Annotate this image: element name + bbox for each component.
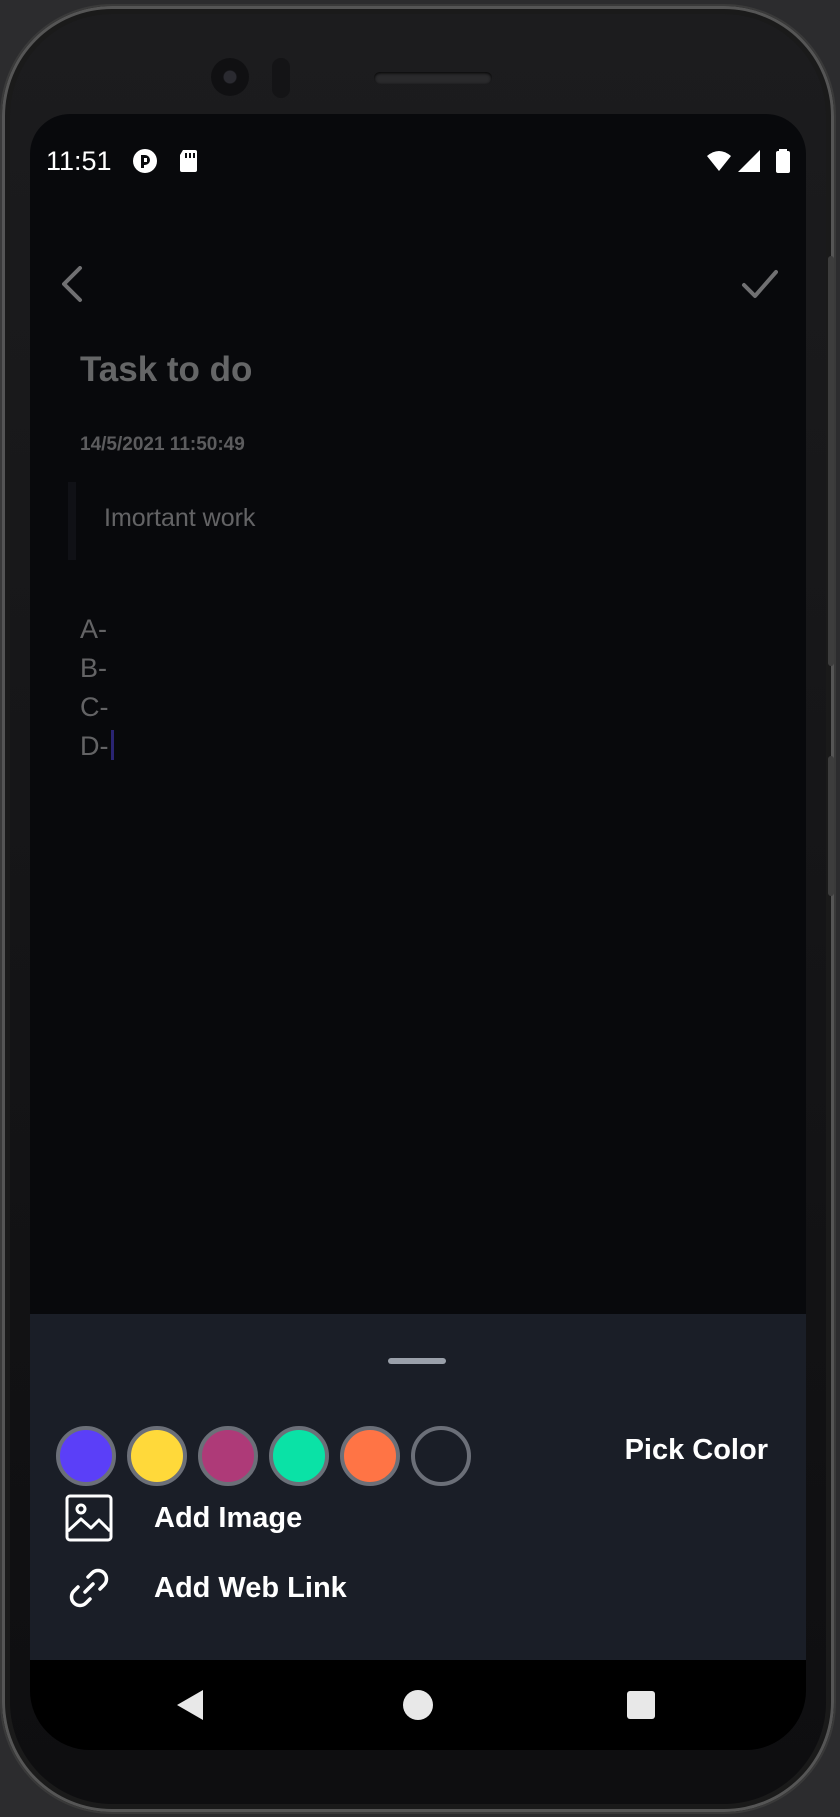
color-swatch-5[interactable]: [340, 1426, 400, 1486]
color-swatch-6[interactable]: [411, 1426, 471, 1486]
checkmark-icon[interactable]: [736, 260, 784, 308]
system-nav-bar: [30, 1660, 806, 1750]
nav-recents-icon[interactable]: [627, 1691, 655, 1719]
note-subtitle-input[interactable]: Imortant work: [104, 504, 255, 533]
front-camera: [211, 58, 249, 96]
note-line: B-: [80, 653, 107, 683]
image-icon: [65, 1494, 113, 1542]
earpiece-speaker: [374, 72, 492, 84]
color-swatch-4[interactable]: [269, 1426, 329, 1486]
nav-home-icon[interactable]: [403, 1690, 433, 1720]
note-datetime: 14/5/2021 11:50:49: [80, 434, 245, 455]
cell-signal-icon: [738, 150, 760, 172]
note-editor: Task to do 14/5/2021 11:50:49 Imortant w…: [30, 204, 806, 1314]
screen: 11:51 Task to do 14/5/2021 11:50:49 Imor…: [30, 114, 806, 1750]
link-icon: [69, 1568, 109, 1608]
phone-frame: 11:51 Task to do 14/5/2021 11:50:49 Imor…: [2, 6, 834, 1812]
color-swatch-3[interactable]: [198, 1426, 258, 1486]
pick-color-label: Pick Color: [624, 1434, 768, 1466]
subtitle-indicator: [68, 482, 76, 560]
add-web-link-label: Add Web Link: [154, 1571, 347, 1604]
proximity-sensor: [272, 58, 290, 98]
volume-button: [828, 756, 834, 896]
note-line: C-: [80, 692, 109, 722]
status-bar: 11:51: [30, 114, 806, 204]
add-image-button[interactable]: Add Image: [64, 1490, 302, 1546]
note-body-input[interactable]: A- B- C- D-: [80, 610, 114, 766]
note-line: A-: [80, 614, 107, 644]
add-image-label: Add Image: [154, 1501, 303, 1534]
color-swatch-2[interactable]: [127, 1426, 187, 1486]
wifi-icon: [707, 151, 731, 171]
status-time: 11:51: [46, 146, 112, 176]
sd-card-icon: [180, 150, 197, 172]
options-bottom-sheet: Pick Color Add Image Add Web Link: [30, 1314, 806, 1660]
add-web-link-button[interactable]: Add Web Link: [64, 1560, 347, 1616]
battery-icon: [776, 149, 790, 173]
color-swatch-1[interactable]: [56, 1426, 116, 1486]
sheet-drag-handle[interactable]: [388, 1358, 446, 1364]
chevron-left-icon[interactable]: [50, 260, 98, 308]
text-cursor: [110, 730, 114, 760]
power-button: [828, 256, 834, 666]
nav-back-icon[interactable]: [175, 1688, 205, 1722]
note-line: D-: [80, 731, 109, 761]
note-line-last: D-: [80, 727, 114, 766]
app-notification-icon: [133, 149, 157, 173]
note-title-input[interactable]: Task to do: [80, 350, 252, 390]
